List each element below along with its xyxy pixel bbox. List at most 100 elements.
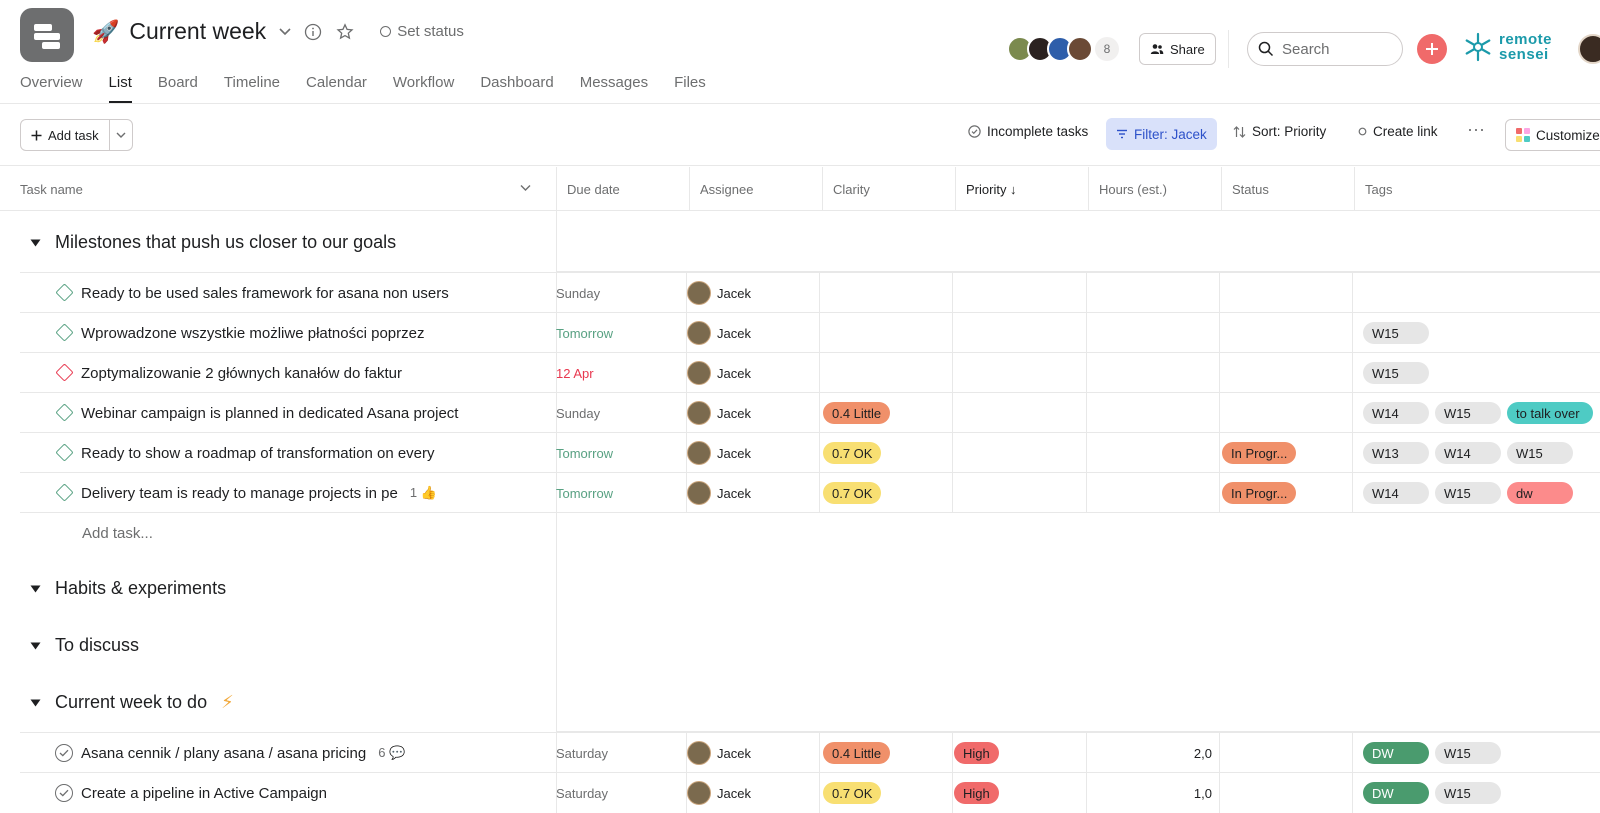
task-name[interactable]: Create a pipeline in Active Campaign (81, 773, 461, 813)
column-header-priority[interactable]: Priority ↓ (955, 167, 1088, 211)
section-header-milestones[interactable]: Milestones that push us closer to our go… (30, 232, 396, 253)
priority-cell[interactable]: High (942, 773, 999, 813)
info-icon[interactable] (302, 21, 324, 43)
user-avatar[interactable] (1578, 34, 1600, 64)
hours-cell[interactable]: 2,0 (1066, 733, 1212, 773)
status-cell[interactable]: In Progr... (1210, 473, 1297, 513)
tag-pill[interactable]: DW (1363, 782, 1429, 804)
task-name[interactable]: Asana cennik / plany asana / asana prici… (81, 733, 461, 773)
collapse-triangle-icon[interactable] (30, 239, 41, 247)
hours-cell[interactable]: 1,0 (1066, 773, 1212, 813)
column-header-task[interactable]: Task name (0, 167, 545, 211)
column-header-tags[interactable]: Tags (1354, 167, 1600, 211)
table-row[interactable]: Asana cennik / plany asana / asana prici… (20, 732, 1600, 772)
tags-cell[interactable]: W14 W15 to talk over (1355, 393, 1593, 433)
tag-pill[interactable]: W14 (1435, 442, 1501, 464)
sort-button[interactable]: Sort: Priority (1233, 124, 1326, 139)
more-options-button[interactable]: ··· (1467, 119, 1485, 140)
assignee[interactable]: Jacek (678, 393, 751, 433)
clarity-cell[interactable]: 0.7 OK (811, 433, 882, 473)
table-row[interactable]: Wprowadzone wszystkie możliwe płatności … (20, 312, 1600, 352)
column-header-due-date[interactable]: Due date (556, 167, 687, 211)
milestone-diamond-icon[interactable] (55, 323, 74, 342)
milestone-diamond-icon[interactable] (55, 483, 74, 502)
tags-cell[interactable]: W14 W15 dw (1355, 473, 1573, 513)
due-date[interactable]: Tomorrow (546, 473, 676, 513)
add-task-button[interactable]: Add task (21, 120, 110, 150)
column-header-assignee[interactable]: Assignee (689, 167, 820, 211)
tag-pill[interactable]: W15 (1435, 742, 1501, 764)
priority-cell[interactable]: High (942, 733, 999, 773)
tags-cell[interactable]: W15 (1355, 313, 1429, 353)
star-icon[interactable] (334, 21, 356, 43)
tab-messages[interactable]: Messages (580, 74, 648, 103)
tag-pill[interactable]: W15 (1363, 322, 1429, 344)
collapse-triangle-icon[interactable] (30, 585, 41, 593)
clarity-cell[interactable]: 0.4 Little (811, 393, 891, 433)
chevron-down-icon[interactable] (520, 184, 531, 192)
task-name[interactable]: Zoptymalizowanie 2 głównych kanałów do f… (81, 353, 461, 393)
comment-count[interactable]: 6 💬 (378, 745, 405, 761)
create-plus-button[interactable] (1417, 34, 1447, 64)
tab-timeline[interactable]: Timeline (224, 74, 280, 103)
tag-pill[interactable]: W15 (1435, 482, 1501, 504)
tag-pill[interactable]: W15 (1363, 362, 1429, 384)
like-count[interactable]: 1 👍 (410, 485, 437, 501)
assignee[interactable]: Jacek (678, 313, 751, 353)
due-date[interactable]: Saturday (546, 733, 676, 773)
status-cell[interactable]: In Progr... (1210, 433, 1297, 473)
due-date[interactable]: 12 Apr (546, 353, 676, 393)
due-date[interactable]: Tomorrow (546, 433, 676, 473)
table-row[interactable]: Delivery team is ready to manage project… (20, 472, 1600, 512)
tag-pill[interactable]: W14 (1363, 402, 1429, 424)
assignee[interactable]: Jacek (678, 273, 751, 313)
workspace-logo[interactable]: remote sensei (1463, 32, 1552, 62)
collapse-triangle-icon[interactable] (30, 642, 41, 650)
project-title[interactable]: Current week (129, 18, 266, 45)
table-row[interactable]: Ready to show a roadmap of transformatio… (20, 432, 1600, 472)
section-header-current-week[interactable]: Current week to do ⚡ (30, 692, 234, 713)
tab-workflow[interactable]: Workflow (393, 74, 454, 103)
assignee[interactable]: Jacek (678, 473, 751, 513)
table-row[interactable]: Webinar campaign is planned in dedicated… (20, 392, 1600, 432)
section-header-habits[interactable]: Habits & experiments (30, 578, 226, 599)
clarity-cell[interactable]: 0.7 OK (811, 773, 882, 813)
project-board-icon[interactable] (20, 8, 74, 62)
chevron-down-icon[interactable] (278, 24, 292, 40)
milestone-diamond-icon[interactable] (55, 363, 74, 382)
due-date[interactable]: Saturday (546, 773, 676, 813)
assignee[interactable]: Jacek (678, 733, 751, 773)
task-name[interactable]: Delivery team is ready to manage project… (81, 473, 461, 513)
create-link-button[interactable]: Create link (1358, 124, 1438, 139)
tab-list[interactable]: List (108, 74, 132, 103)
tag-pill[interactable]: to talk over (1507, 402, 1593, 424)
milestone-diamond-icon[interactable] (55, 443, 74, 462)
clarity-cell[interactable]: 0.7 OK (811, 473, 882, 513)
task-name[interactable]: Wprowadzone wszystkie możliwe płatności … (81, 313, 461, 353)
share-button[interactable]: Share (1139, 33, 1216, 65)
tags-cell[interactable]: W15 (1355, 353, 1429, 393)
column-header-clarity[interactable]: Clarity (822, 167, 953, 211)
due-date[interactable]: Tomorrow (546, 313, 676, 353)
complete-check-icon[interactable] (55, 784, 73, 802)
complete-check-icon[interactable] (55, 744, 73, 762)
incomplete-tasks-filter[interactable]: Incomplete tasks (968, 124, 1088, 139)
tab-board[interactable]: Board (158, 74, 198, 103)
tab-files[interactable]: Files (674, 74, 706, 103)
tag-pill[interactable]: dw (1507, 482, 1573, 504)
table-row[interactable]: Create a pipeline in Active Campaign Satu… (20, 772, 1600, 812)
table-row[interactable]: Ready to be used sales framework for asa… (20, 272, 1600, 312)
tag-pill[interactable]: W14 (1363, 482, 1429, 504)
search-input[interactable]: Search (1247, 32, 1403, 66)
tag-pill[interactable]: DW (1363, 742, 1429, 764)
clarity-cell[interactable]: 0.4 Little (811, 733, 891, 773)
add-task-inline[interactable]: Add task... (20, 512, 545, 552)
tab-dashboard[interactable]: Dashboard (480, 74, 553, 103)
table-row[interactable]: Zoptymalizowanie 2 głównych kanałów do f… (20, 352, 1600, 392)
tags-cell[interactable]: W13 W14 W15 (1355, 433, 1573, 473)
set-status-button[interactable]: Set status (380, 23, 464, 40)
tag-pill[interactable]: W15 (1435, 402, 1501, 424)
project-members[interactable]: 8 (1007, 36, 1119, 62)
collapse-triangle-icon[interactable] (30, 699, 41, 707)
milestone-diamond-icon[interactable] (55, 283, 74, 302)
